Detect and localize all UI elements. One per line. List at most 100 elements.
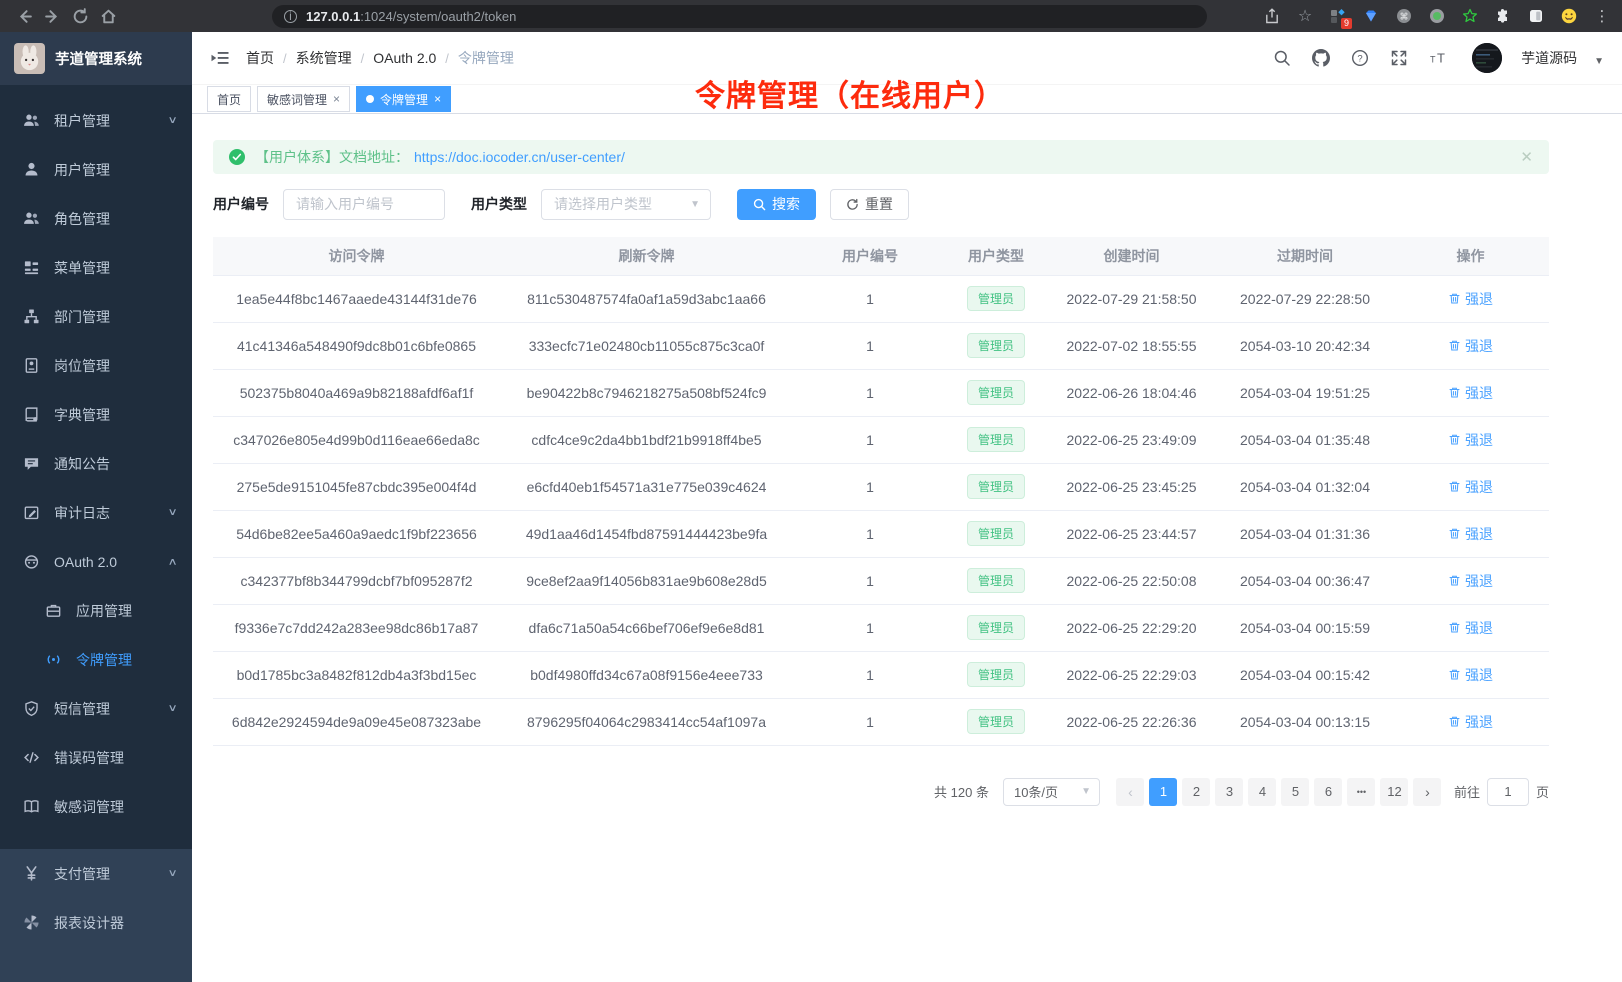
browser-forward-icon[interactable]: [38, 2, 66, 30]
refresh-token-cell: 8796295f04064c2983414cc54af1097a: [500, 698, 793, 745]
sidebar-item-10[interactable]: 应用管理: [0, 586, 192, 635]
avatar[interactable]: [1472, 43, 1502, 73]
force-logout-button[interactable]: 强退: [1448, 665, 1493, 685]
force-logout-button[interactable]: 强退: [1448, 383, 1493, 403]
page-button-3[interactable]: 3: [1215, 778, 1243, 806]
page-content: 【用户体系】文档地址： https://doc.iocoder.cn/user-…: [192, 114, 1622, 806]
tab-1[interactable]: 敏感词管理×: [257, 86, 350, 112]
app-logo-bar[interactable]: 芋道管理系统: [0, 32, 192, 85]
page-ellipsis[interactable]: •••: [1347, 778, 1375, 806]
force-logout-button[interactable]: 强退: [1448, 289, 1493, 309]
sidebar-item-0[interactable]: 租户管理∨: [0, 96, 192, 145]
access-token-cell: c347026e805e4d99b0d116eae66eda8c: [213, 416, 500, 463]
edit-icon: [23, 504, 40, 521]
action-cell: 强退: [1392, 510, 1549, 557]
share-icon[interactable]: [1262, 6, 1282, 26]
sidebar-item-label: 角色管理: [54, 209, 110, 229]
sidebar-item-8[interactable]: 审计日志∨: [0, 488, 192, 537]
user-name[interactable]: 芋道源码: [1521, 48, 1577, 68]
column-header-1: 刷新令牌: [500, 237, 793, 275]
sidebar-item-15[interactable]: 支付管理∨: [0, 849, 192, 898]
action-cell: 强退: [1392, 275, 1549, 322]
browser-menu-dots-icon[interactable]: ⋮: [1592, 6, 1612, 26]
table-row-1: 41c41346a548490f9dc8b01c6bfe0865333ecfc7…: [213, 322, 1549, 369]
extension-window-icon[interactable]: [1526, 6, 1546, 26]
force-logout-button[interactable]: 强退: [1448, 336, 1493, 356]
page-size-select[interactable]: 10条/页 ▼: [1003, 778, 1100, 806]
breadcrumb-item-0[interactable]: 首页: [246, 48, 274, 68]
sidebar-item-label: 菜单管理: [54, 258, 110, 278]
extension-star-icon[interactable]: [1460, 6, 1480, 26]
force-logout-button[interactable]: 强退: [1448, 712, 1493, 732]
sidebar-item-label: 用户管理: [54, 160, 110, 180]
robot-icon: [23, 553, 40, 570]
sidebar-item-11[interactable]: 令牌管理: [0, 635, 192, 684]
user-type-cell: 管理员: [947, 416, 1045, 463]
fullscreen-icon[interactable]: [1388, 47, 1410, 69]
page-button-2[interactable]: 2: [1182, 778, 1210, 806]
extension-record-icon[interactable]: [1427, 6, 1447, 26]
sidebar-item-2[interactable]: 角色管理: [0, 194, 192, 243]
sidebar-item-12[interactable]: 短信管理∨: [0, 684, 192, 733]
address-bar[interactable]: i 127.0.0.1:1024/system/oauth2/token: [272, 5, 1207, 28]
browser-back-icon[interactable]: [10, 2, 38, 30]
force-logout-button[interactable]: 强退: [1448, 618, 1493, 638]
github-icon[interactable]: [1310, 47, 1332, 69]
sidebar-collapse-icon[interactable]: [210, 48, 230, 68]
page-button-1[interactable]: 1: [1149, 778, 1177, 806]
profile-emoji-icon[interactable]: [1559, 6, 1579, 26]
signal-icon: [45, 651, 62, 668]
help-icon[interactable]: ?: [1349, 47, 1371, 69]
browser-home-icon[interactable]: [94, 2, 122, 30]
jump-page-input[interactable]: [1487, 778, 1529, 806]
user-menu-caret-icon[interactable]: ▼: [1594, 56, 1604, 67]
refresh-token-cell: be90422b8c7946218275a508bf524fc9: [500, 369, 793, 416]
sidebar-item-16[interactable]: 报表设计器: [0, 898, 192, 947]
tab-2[interactable]: 令牌管理×: [356, 86, 451, 112]
page-button-6[interactable]: 6: [1314, 778, 1342, 806]
sidebar-item-13[interactable]: 错误码管理: [0, 733, 192, 782]
force-logout-button[interactable]: 强退: [1448, 571, 1493, 591]
extension-command-icon[interactable]: ⌘: [1394, 6, 1414, 26]
user-type-select[interactable]: 请选择用户类型 ▼: [541, 189, 711, 220]
user-id-input[interactable]: [283, 189, 445, 220]
search-icon[interactable]: [1271, 47, 1293, 69]
chevron-down-icon: ∨: [167, 507, 177, 518]
tab-close-icon[interactable]: ×: [333, 92, 340, 106]
sidebar-item-14[interactable]: 敏感词管理: [0, 782, 192, 831]
sidebar-item-6[interactable]: 字典管理: [0, 390, 192, 439]
token-table: 访问令牌刷新令牌用户编号用户类型创建时间过期时间操作 1ea5e44f8bc14…: [213, 237, 1549, 746]
reset-button-icon: [846, 198, 859, 211]
site-info-icon[interactable]: i: [284, 10, 297, 23]
next-page-button[interactable]: ›: [1413, 778, 1441, 806]
extension-gem-icon[interactable]: [1361, 6, 1381, 26]
force-logout-button[interactable]: 强退: [1448, 477, 1493, 497]
browser-reload-icon[interactable]: [66, 2, 94, 30]
page-button-12[interactable]: 12: [1380, 778, 1408, 806]
breadcrumb-item-2[interactable]: OAuth 2.0: [373, 50, 436, 66]
sidebar-item-1[interactable]: 用户管理: [0, 145, 192, 194]
font-size-icon[interactable]: TT: [1427, 47, 1449, 69]
reset-button[interactable]: 重置: [830, 189, 909, 220]
tab-close-icon[interactable]: ×: [434, 92, 441, 106]
column-header-5: 过期时间: [1218, 237, 1392, 275]
sidebar-item-4[interactable]: 部门管理: [0, 292, 192, 341]
force-logout-button[interactable]: 强退: [1448, 524, 1493, 544]
sidebar-item-5[interactable]: 岗位管理: [0, 341, 192, 390]
search-button[interactable]: 搜索: [737, 189, 816, 220]
sidebar-item-3[interactable]: 菜单管理: [0, 243, 192, 292]
alert-close-icon[interactable]: ✕: [1520, 148, 1533, 166]
doc-link[interactable]: https://doc.iocoder.cn/user-center/: [414, 149, 625, 165]
extension-tampermonkey-icon[interactable]: 9: [1328, 6, 1348, 26]
sidebar-item-label: 通知公告: [54, 454, 110, 474]
sidebar-item-9[interactable]: OAuth 2.0∨: [0, 537, 192, 586]
page-button-4[interactable]: 4: [1248, 778, 1276, 806]
sidebar-item-7[interactable]: 通知公告: [0, 439, 192, 488]
breadcrumb-item-1[interactable]: 系统管理: [296, 48, 352, 68]
prev-page-button[interactable]: ‹: [1116, 778, 1144, 806]
force-logout-button[interactable]: 强退: [1448, 430, 1493, 450]
tab-0[interactable]: 首页: [207, 86, 251, 112]
extensions-puzzle-icon[interactable]: [1493, 6, 1513, 26]
page-button-5[interactable]: 5: [1281, 778, 1309, 806]
bookmark-star-icon[interactable]: ☆: [1295, 6, 1315, 26]
